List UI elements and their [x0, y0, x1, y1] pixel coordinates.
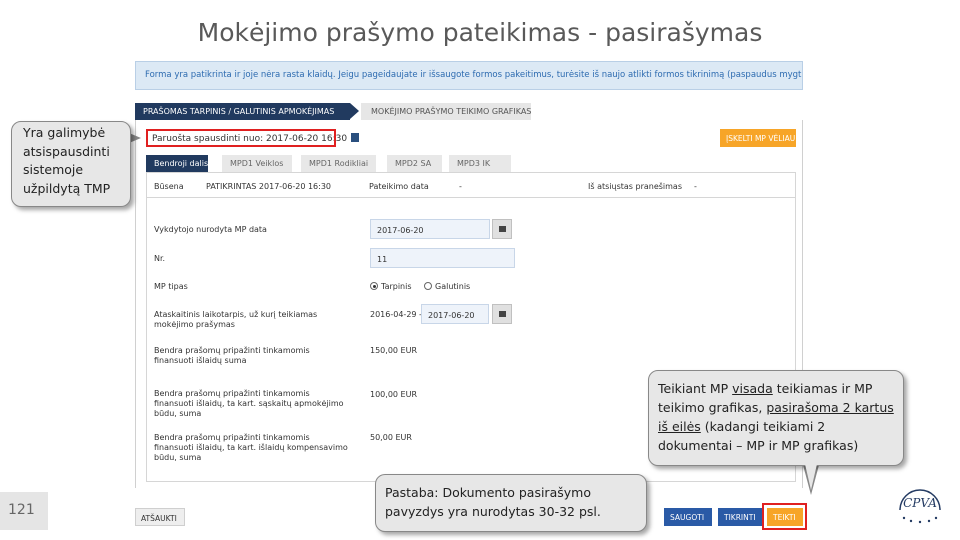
callout-print-info: Yra galimybė atsispausdinti sistemoje už…	[11, 121, 131, 207]
form-status-info-bar: Forma yra patikrinta ir joje nėra rasta …	[135, 61, 803, 90]
total-amount-label: Bendra prašomų pripažinti tinkamomis fin…	[154, 346, 310, 365]
cpva-logo: CPVA	[899, 489, 941, 524]
subtab-mpd1-indicators[interactable]: MPD1 Rodikliai	[301, 155, 376, 172]
notice-label: Iš atsiųstas pranešimas	[588, 182, 683, 191]
status-label: Būsena	[154, 182, 184, 191]
calendar-icon[interactable]	[492, 219, 512, 239]
mp-date-label: Vykdytojo nurodyta MP data	[154, 225, 267, 234]
mp-type-label: MP tipas	[154, 282, 188, 291]
radio-final-label: Galutinis	[435, 282, 471, 291]
save-button[interactable]: SAUGOTI	[664, 508, 712, 526]
compensation-amount-value: 50,00 EUR	[370, 433, 412, 442]
slide-title: Mokėjimo prašymo pateikimas - pasirašyma…	[197, 18, 763, 47]
invoice-amount-label: Bendra prašomų pripažinti tinkamomis fin…	[154, 389, 344, 418]
status-row: Būsena PATIKRINTAS 2017-06-20 16:30 Pate…	[146, 172, 796, 198]
period-label: Ataskaitinis laikotarpis, už kurį teikia…	[154, 310, 318, 329]
print-icon[interactable]	[351, 133, 360, 142]
nr-input[interactable]: 11	[370, 248, 515, 268]
callout-right-emphasis: visada	[732, 381, 773, 396]
nr-label: Nr.	[154, 254, 166, 263]
notice-value: -	[694, 182, 697, 191]
compensation-amount-label: Bendra prašomų pripažinti tinkamomis fin…	[154, 433, 348, 462]
radio-interim-label: Tarpinis	[381, 282, 412, 291]
page-number: 121	[0, 492, 48, 530]
subtab-general[interactable]: Bendroji dalis	[146, 155, 208, 172]
invoice-amount-value: 100,00 EUR	[370, 390, 418, 399]
mp-date-input[interactable]: 2017-06-20	[370, 219, 490, 239]
tab-arrow-icon	[350, 103, 359, 119]
tab-payment-request[interactable]: PRAŠOMAS TARPINIS / GALUTINIS APMOKĖJIMA…	[135, 103, 350, 120]
submit-date-value: -	[459, 182, 462, 191]
note-callout: Pastaba: Dokumento pasirašymo pavyzdys y…	[375, 474, 647, 532]
radio-interim[interactable]	[370, 282, 378, 290]
calendar-icon[interactable]	[492, 304, 512, 324]
postpone-mp-button[interactable]: ĮSKELTI MP VĖLIAU	[720, 129, 796, 147]
highlight-frame-print	[146, 129, 336, 147]
callout-signing-info: Teikiant MP visada teikiamas ir MP teiki…	[648, 370, 904, 466]
callout-right-text: Teikiant MP	[658, 381, 733, 396]
total-amount-value: 150,00 EUR	[370, 346, 418, 355]
subtab-mpd3-ik[interactable]: MPD3 IK	[449, 155, 511, 172]
main-tab-strip: PRAŠOMAS TARPINIS / GALUTINIS APMOKĖJIMA…	[135, 103, 531, 120]
submit-date-label: Pateikimo data	[369, 182, 429, 191]
check-button[interactable]: TIKRINTI	[718, 508, 762, 526]
period-to-input[interactable]: 2017-06-20	[421, 304, 489, 324]
tab-payment-schedule[interactable]: MOKĖJIMO PRAŠYMO TEIKIMO GRAFIKAS	[361, 103, 531, 120]
status-value: PATIKRINTAS 2017-06-20 16:30	[206, 182, 332, 191]
radio-final[interactable]	[424, 282, 432, 290]
highlight-frame-submit	[762, 503, 807, 530]
cancel-button[interactable]: ATŠAUKTI	[135, 508, 185, 526]
logo-text: CPVA	[903, 496, 937, 510]
period-from: 2016-04-29 -	[370, 310, 422, 319]
subtab-mpd2-sa[interactable]: MPD2 SA	[387, 155, 442, 172]
callout-pointer-fill	[805, 464, 817, 490]
subtab-mpd1-activities[interactable]: MPD1 Veiklos	[222, 155, 292, 172]
